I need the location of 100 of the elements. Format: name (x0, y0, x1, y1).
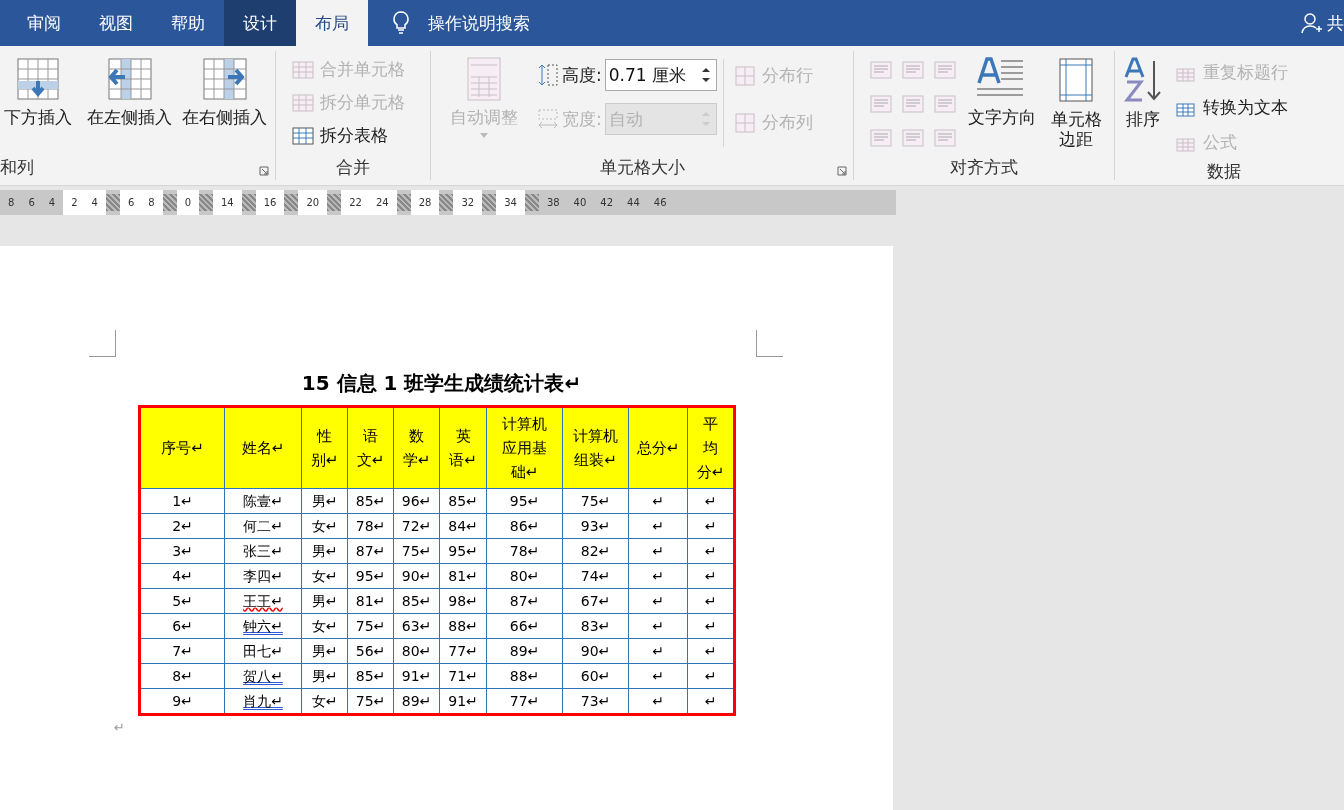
table-cell: ↵ (628, 513, 688, 539)
sort-az-icon (1123, 57, 1163, 103)
align-cell-icon[interactable] (934, 129, 956, 147)
align-cell-icon[interactable] (902, 95, 924, 113)
align-cell-icon[interactable] (870, 61, 892, 79)
align-cell-icon[interactable] (934, 95, 956, 113)
ribbon-tab[interactable]: 帮助 (152, 0, 224, 46)
insert-right-button[interactable]: 在右侧插入 (180, 53, 269, 132)
table-cell: 钟六↵ (224, 613, 302, 639)
table-cell: 2↵ (139, 513, 225, 539)
paragraph-mark: ↵ (114, 720, 126, 735)
table-cell: 95↵ (347, 563, 394, 589)
table-cell: 75↵ (393, 538, 440, 564)
cell-margins-button[interactable]: 单元格边距 (1044, 53, 1108, 154)
ribbon-tab[interactable]: 审阅 (0, 0, 80, 46)
table-cell: 72↵ (393, 513, 440, 539)
header-cell: 语文↵ (347, 406, 394, 489)
table-cell: 田七↵ (224, 638, 302, 664)
ruler-column-marker (199, 194, 213, 211)
header-cell: 平均分↵ (687, 406, 735, 489)
ruler-number: 4 (91, 197, 98, 208)
table-cell: 78↵ (347, 513, 394, 539)
table-cell: 83↵ (562, 613, 629, 639)
table-grid-icon (292, 60, 314, 79)
margin-corner-mark (756, 330, 783, 357)
share-person-icon (1301, 12, 1323, 34)
table-cell: 贺八↵ (224, 663, 302, 689)
ruler-number: 34 (504, 197, 517, 208)
group-label: 对齐方式 (950, 155, 1018, 179)
margin-corner-mark (89, 330, 116, 357)
table-cell: 84↵ (439, 513, 487, 539)
table-cell: 4↵ (139, 563, 225, 589)
table-cell: 5↵ (139, 588, 225, 614)
header-cell: 计算机组装↵ (562, 406, 629, 489)
table-cell: 陈壹↵ (224, 488, 302, 514)
table-cell: 60↵ (562, 663, 629, 689)
ribbon-tab[interactable]: 设计 (224, 0, 296, 46)
sort-button[interactable]: 排序 (1121, 53, 1165, 134)
table-cell: 82↵ (562, 538, 629, 564)
table-cell: 女↵ (301, 613, 348, 639)
table-cell: ↵ (628, 488, 688, 514)
table-cell: 81↵ (347, 588, 394, 614)
insert-left-button[interactable]: 在左侧插入 (85, 53, 174, 132)
ruler-number: 46 (653, 197, 667, 208)
table-cell: 85↵ (439, 488, 487, 514)
field-label: 宽度: (562, 107, 602, 131)
table-grid-icon (292, 126, 314, 145)
table-grid-icon (292, 93, 314, 112)
group-label: 数据 (1207, 160, 1241, 183)
table-cell: 67↵ (562, 588, 629, 614)
table-cell: 男↵ (301, 588, 348, 614)
table-cell: 男↵ (301, 488, 348, 514)
ruler-number: 2 (71, 197, 78, 208)
ribbon-button[interactable]: 转换为文本 (1171, 90, 1292, 125)
ruler-number: 28 (418, 197, 432, 208)
table-insert-left-icon (106, 57, 153, 101)
share-label[interactable]: 共 (1327, 11, 1344, 35)
document-title: 15 信息 1 班学生成绩统计表↵ (300, 370, 583, 397)
table-cell: 88↵ (439, 613, 487, 639)
table-cell: 1↵ (139, 488, 225, 514)
ruler-number: 14 (221, 197, 234, 208)
table-cell: 85↵ (393, 588, 440, 614)
align-cell-icon[interactable] (902, 61, 924, 79)
ruler-number: 38 (546, 197, 560, 208)
dialog-launcher-icon[interactable] (259, 166, 269, 176)
table-cell: 56↵ (347, 638, 394, 664)
height-field[interactable]: 0.71 厘米 (604, 59, 717, 91)
ruler-number: 20 (306, 197, 320, 208)
table-cell: 80↵ (393, 638, 440, 664)
ribbon-tab[interactable]: 视图 (80, 0, 152, 46)
field-label: 高度: (562, 63, 602, 87)
ruler-number: 44 (627, 197, 640, 208)
ruler-column-marker (327, 194, 342, 211)
table-cell: 96↵ (393, 488, 440, 514)
table-cell: ↵ (628, 638, 688, 664)
dialog-launcher-icon[interactable] (837, 166, 847, 176)
table-cell: ↵ (628, 663, 688, 689)
group-label: 合并 (336, 155, 370, 179)
table-cell: 66↵ (486, 613, 563, 639)
ruler-number: 24 (375, 197, 389, 208)
table-cell: 78↵ (486, 538, 563, 564)
insert-below-button[interactable]: 下方插入 (0, 53, 79, 132)
ribbon-tab[interactable]: 布局 (296, 0, 368, 46)
table-cell: 98↵ (439, 588, 487, 614)
align-cell-icon[interactable] (870, 129, 892, 147)
ruler-number: 40 (573, 197, 587, 208)
table-cell: 8↵ (139, 663, 225, 689)
table-cell: ↵ (628, 613, 688, 639)
align-cell-icon[interactable] (870, 95, 892, 113)
spin-arrows-icon (701, 67, 710, 83)
table-cell: 88↵ (486, 663, 563, 689)
ruler-number: 32 (461, 197, 475, 208)
table-cell: 男↵ (301, 538, 348, 564)
ribbon-button[interactable]: 拆分表格 (288, 119, 392, 152)
ruler-column-marker (284, 194, 299, 211)
table-cell: 7↵ (139, 638, 225, 664)
search-label[interactable]: 操作说明搜索 (428, 11, 530, 35)
align-cell-icon[interactable] (934, 61, 956, 79)
text-direction-button[interactable]: 文字方向 (966, 53, 1038, 132)
align-cell-icon[interactable] (902, 129, 924, 147)
